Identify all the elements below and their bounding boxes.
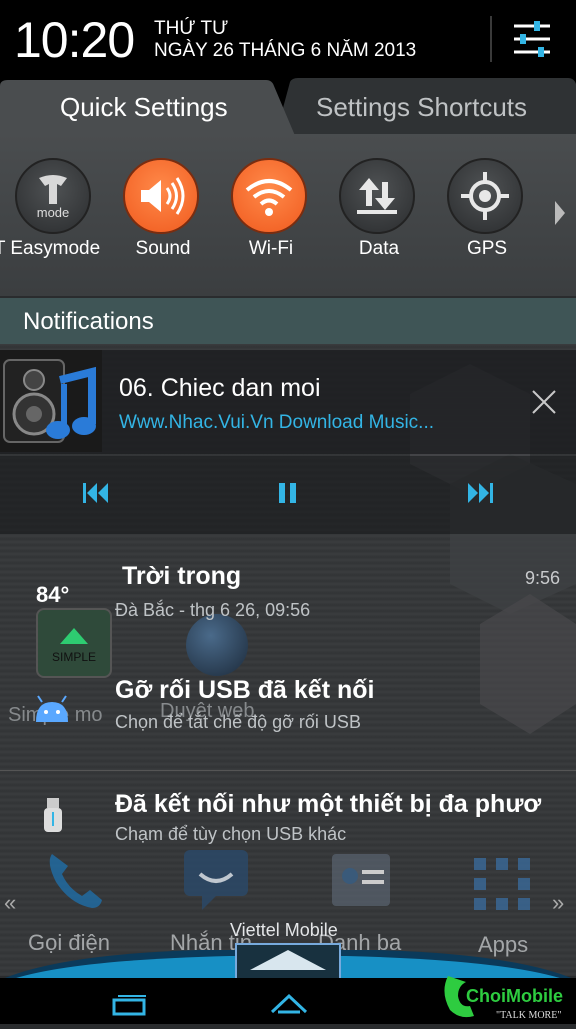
contacts-icon [328, 848, 396, 917]
notification-subtitle: Chạm để tùy chọn USB khác [115, 824, 347, 844]
notification-usb-debugging[interactable]: Gỡ rối USB đã kết nối Chọn để tắt chế độ… [0, 670, 576, 750]
header-divider [490, 16, 492, 62]
quick-setting-gps[interactable]: GPS [432, 158, 542, 278]
quick-setting-t-easymode[interactable]: mode T Easymode [0, 158, 110, 278]
clock-time: 10:20 [14, 12, 135, 68]
speaker-icon [123, 158, 199, 234]
watermark-tagline: "TALK MORE" [496, 1010, 561, 1021]
home-icon[interactable] [270, 990, 308, 1021]
notifications-header-label: Notifications [23, 308, 154, 335]
previous-track-icon[interactable] [82, 480, 110, 511]
music-controls [0, 456, 576, 534]
quick-setting-data[interactable]: Data [324, 158, 434, 278]
scroll-right-icon[interactable] [552, 198, 568, 233]
music-subtitle: Www.Nhac.Vui.Vn Download Music... [119, 412, 435, 433]
wifi-icon [231, 158, 307, 234]
carrier-name: Viettel Mobile [230, 920, 338, 940]
notification-title: Trời trong [122, 562, 242, 590]
weekday: THỨ TƯ [154, 18, 229, 39]
tab-quick-settings[interactable]: Quick Settings [0, 78, 300, 138]
notification-usb-connection[interactable]: Đã kết nối như một thiết bị đa phươ Chạm… [0, 780, 576, 850]
notification-time: 9:56 [525, 568, 561, 588]
watermark-brand: ChoiMobile [466, 986, 563, 1006]
apps-grid-icon [470, 854, 534, 919]
music-notification[interactable]: 06. Chiec dan moi Www.Nhac.Vui.Vn Downlo… [0, 350, 576, 454]
usb-icon [42, 798, 64, 843]
notifications-header: Notifications [0, 298, 576, 344]
pause-icon[interactable] [276, 480, 300, 511]
quick-setting-wifi[interactable]: Wi-Fi [216, 158, 326, 278]
quick-settings-panel: mode T Easymode Sound Wi-Fi Data GPS [0, 134, 576, 296]
tab-settings-shortcuts[interactable]: Settings Shortcuts [276, 78, 576, 134]
close-icon[interactable] [530, 388, 558, 421]
notification-weather[interactable]: Trời trong Đà Bắc - thg 6 26, 09:56 9:56 [0, 556, 576, 626]
phone-icon [42, 848, 106, 917]
t-easymode-icon-text: mode [37, 205, 70, 220]
android-debug-icon [32, 694, 72, 729]
next-track-icon[interactable] [466, 480, 494, 511]
notification-divider [0, 770, 576, 771]
simple-widget-label: SIMPLE [51, 650, 96, 664]
watermark-logo: ChoiMobile "TALK MORE" [440, 966, 576, 1024]
notification-title: Gỡ rối USB đã kết nối [115, 676, 375, 704]
settings-sliders-icon[interactable] [508, 16, 556, 62]
dock-chevron-right-icon: » [552, 890, 565, 915]
quick-setting-label: GPS [466, 238, 508, 259]
dock-chevron-left-icon: « [4, 890, 17, 915]
music-title: 06. Chiec dan moi [119, 374, 321, 402]
quick-setting-sound[interactable]: Sound [108, 158, 218, 278]
tab-settings-shortcuts-label: Settings Shortcuts [316, 92, 527, 122]
notification-subtitle: Chọn để tắt chế độ gỡ rối USB [115, 712, 361, 732]
gps-icon [447, 158, 523, 234]
notification-subtitle: Đà Bắc - thg 6 26, 09:56 [115, 600, 311, 620]
date: NGÀY 26 THÁNG 6 NĂM 2013 [154, 40, 417, 61]
recent-apps-icon[interactable] [112, 994, 148, 1021]
messaging-icon [182, 848, 250, 917]
tab-quick-settings-label: Quick Settings [60, 92, 228, 122]
t-easymode-icon: mode [15, 158, 91, 234]
music-player-icon [0, 350, 102, 452]
status-header: 10:20 THỨ TƯ NGÀY 26 THÁNG 6 NĂM 2013 [0, 0, 576, 80]
notification-title: Đã kết nối như một thiết bị đa phươ [115, 790, 542, 818]
tab-bar: Settings Shortcuts Quick Settings [0, 78, 576, 138]
data-arrows-icon [339, 158, 415, 234]
